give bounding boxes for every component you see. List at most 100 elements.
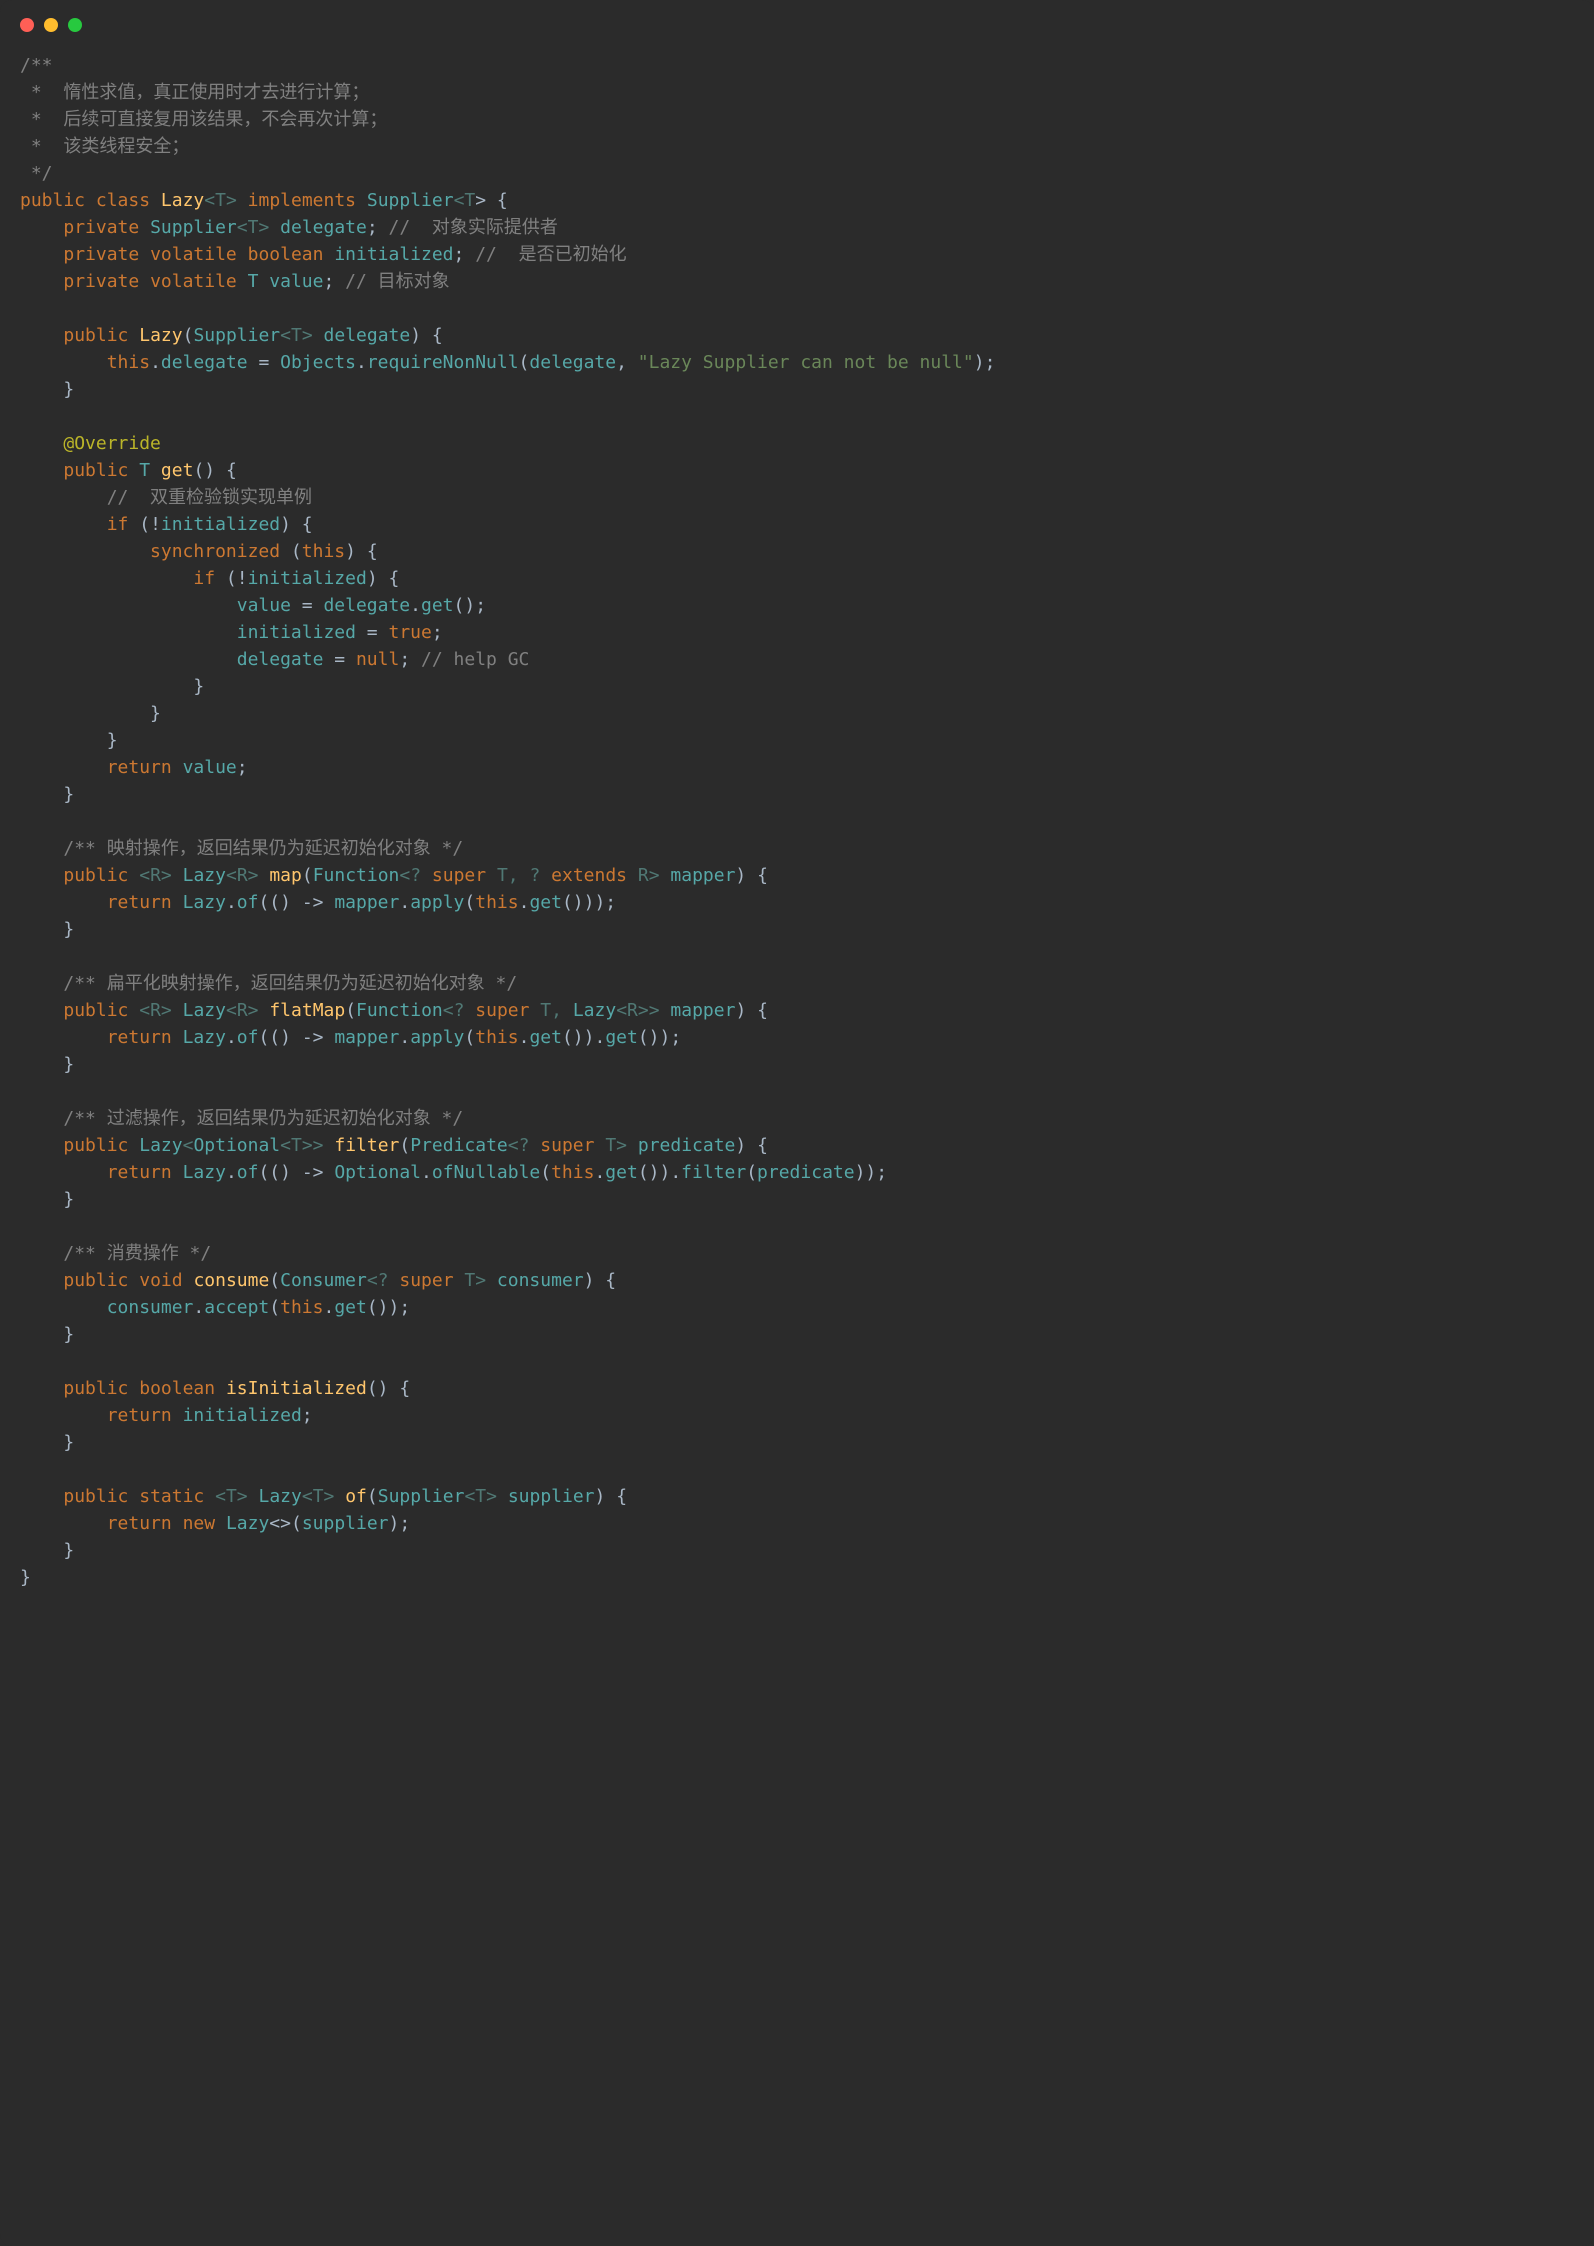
kw-this: this [475, 1027, 518, 1048]
paren: ( [367, 1486, 378, 1507]
dot: . [519, 1027, 530, 1048]
field-value: value [183, 757, 237, 778]
dot: . [323, 1297, 334, 1318]
brace: ) { [735, 865, 768, 886]
brace: } [63, 1432, 74, 1453]
generic: < [454, 190, 465, 211]
generic: > [161, 1000, 172, 1021]
type-lazy: Lazy [573, 1000, 616, 1021]
brace: } [63, 1054, 74, 1075]
method-get: get [529, 892, 562, 913]
minimize-icon[interactable] [44, 18, 58, 32]
generic: > [324, 1486, 335, 1507]
assign: = [356, 622, 389, 643]
type-param: T [464, 190, 475, 211]
generic: < [139, 865, 150, 886]
paren: ( [269, 1297, 280, 1318]
comment: // 对象实际提供者 [389, 217, 558, 238]
comment: // 目标对象 [345, 271, 450, 292]
brace: } [193, 676, 204, 697]
paren: ( [464, 892, 475, 913]
generic: < [280, 325, 291, 346]
code-area: /** * 惰性求值，真正使用时才去进行计算； * 后续可直接复用该结果，不会再… [0, 42, 1594, 1621]
kw-return: return [107, 1162, 172, 1183]
brace: } [63, 1324, 74, 1345]
paren: ( [183, 325, 194, 346]
kw-return: return [107, 892, 172, 913]
kw-volatile: volatile [150, 271, 237, 292]
close-icon[interactable] [20, 18, 34, 32]
type-function: Function [356, 1000, 443, 1021]
type-param: T [215, 190, 226, 211]
type-lazy: Lazy [183, 865, 226, 886]
kw-class: class [96, 190, 150, 211]
generic: <? [399, 865, 432, 886]
paren: ()); [638, 1027, 681, 1048]
paren: (); [454, 595, 487, 616]
semi: ; [302, 1405, 313, 1426]
param-supplier: supplier [508, 1486, 595, 1507]
brace: ) { [735, 1135, 768, 1156]
generic: > [237, 1486, 248, 1507]
kw-null: null [356, 649, 399, 670]
code-window: /** * 惰性求值，真正使用时才去进行计算； * 后续可直接复用该结果，不会再… [0, 0, 1594, 2246]
generic: <? [367, 1270, 400, 1291]
type-param: T [313, 1486, 324, 1507]
type-param: T [291, 1135, 302, 1156]
type-lazy: Lazy [226, 1513, 269, 1534]
kw-return: return [107, 1513, 172, 1534]
kw-public: public [63, 865, 128, 886]
paren: ()); [367, 1297, 410, 1318]
paren: ( [540, 1162, 551, 1183]
generic: >> [302, 1135, 324, 1156]
dot: . [594, 1162, 605, 1183]
method-get: get [334, 1297, 367, 1318]
kw-private: private [63, 271, 139, 292]
titlebar [0, 0, 1594, 42]
assign: = [291, 595, 324, 616]
dot: . [226, 892, 237, 913]
comment: /** 映射操作，返回结果仍为延迟初始化对象 */ [63, 838, 463, 859]
method-of: of [237, 892, 259, 913]
field-delegate: delegate [323, 595, 410, 616]
comment: /** [20, 55, 53, 76]
generic: < [226, 1000, 237, 1021]
kw-if: if [193, 568, 215, 589]
method-of: of [237, 1162, 259, 1183]
method-isinitialized: isInitialized [226, 1378, 367, 1399]
dot: . [519, 892, 530, 913]
generic: > [649, 865, 660, 886]
generic: < [204, 190, 215, 211]
generic: > [616, 1135, 627, 1156]
zoom-icon[interactable] [68, 18, 82, 32]
semi: ; [399, 649, 410, 670]
generic: > [248, 1000, 259, 1021]
method-consume: consume [193, 1270, 269, 1291]
generic: < [215, 1486, 226, 1507]
brace: } [63, 1189, 74, 1210]
type-predicate: Predicate [410, 1135, 508, 1156]
method-get: get [161, 460, 194, 481]
field-delegate: delegate [237, 649, 324, 670]
param-predicate: predicate [757, 1162, 855, 1183]
brace: ) { [735, 1000, 768, 1021]
dot: . [226, 1162, 237, 1183]
type-param: R [237, 1000, 248, 1021]
type-lazy: Lazy [183, 892, 226, 913]
brace: } [20, 1567, 31, 1588]
type-supplier: Supplier [378, 1486, 465, 1507]
kw-private: private [63, 244, 139, 265]
type-optional: Optional [193, 1135, 280, 1156]
semi: ; [432, 622, 443, 643]
method-get: get [529, 1027, 562, 1048]
kw-this: this [302, 541, 345, 562]
generic: , [551, 1000, 573, 1021]
kw-return: return [107, 1027, 172, 1048]
type-param: R [237, 865, 248, 886]
brace: ) { [595, 1486, 628, 1507]
generic: >> [638, 1000, 660, 1021]
dot: . [399, 1027, 410, 1048]
type-param: T [605, 1135, 616, 1156]
generic: > [302, 325, 313, 346]
generic: , ? [508, 865, 551, 886]
